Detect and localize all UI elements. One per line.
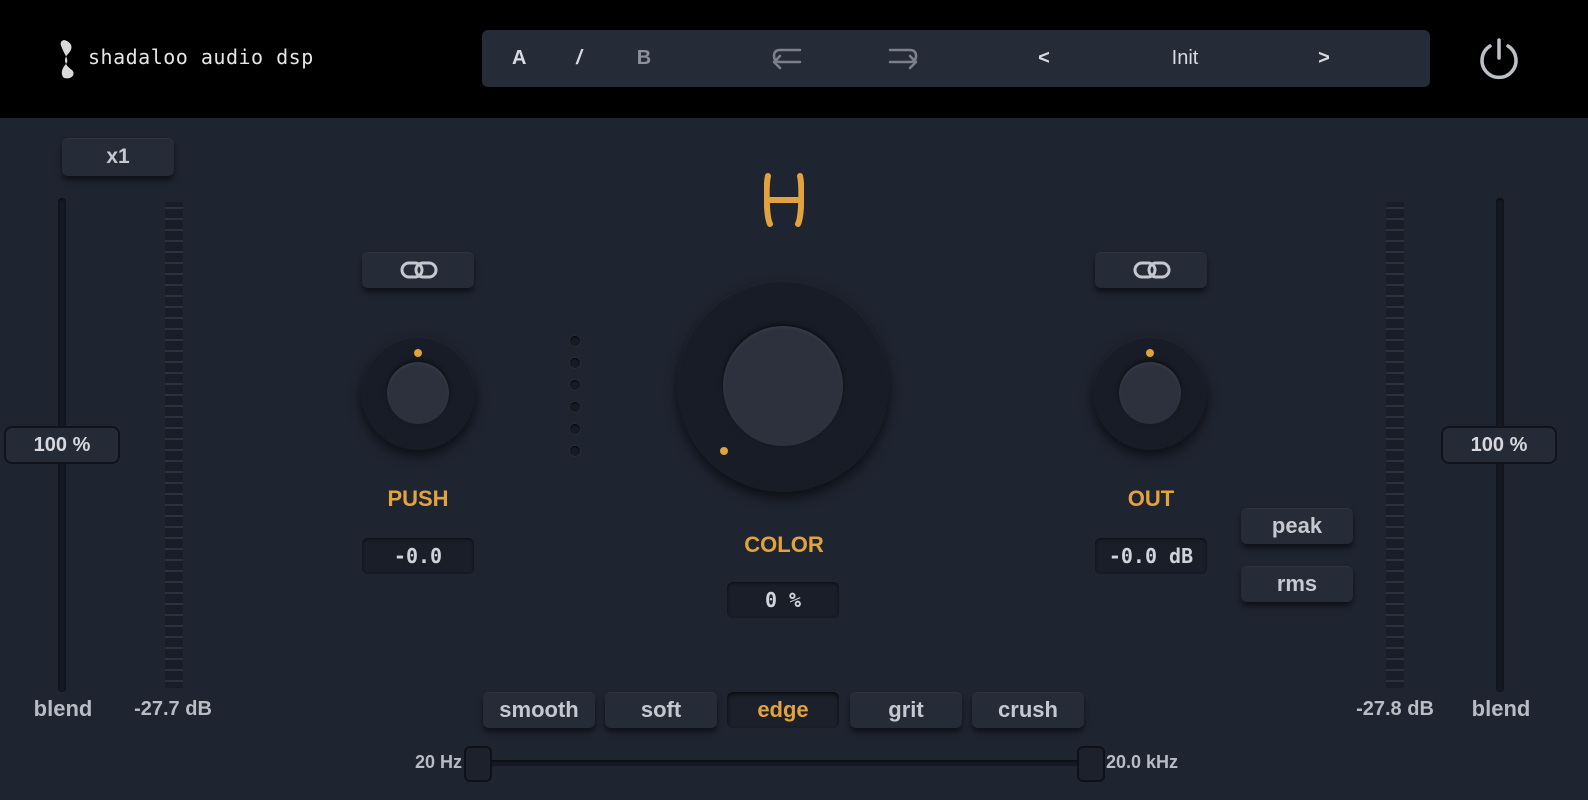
filter-low-label: 20 Hz	[414, 752, 462, 772]
led-indicator	[570, 424, 580, 434]
color-knob-indicator	[720, 447, 728, 455]
brand-name: shadaloo audio dsp	[88, 45, 314, 69]
frequency-range-slider[interactable]	[476, 760, 1090, 766]
high-cut-handle[interactable]	[1077, 746, 1105, 782]
preset-separator: /	[576, 47, 582, 69]
link-icon	[1133, 261, 1171, 279]
led-indicator	[570, 446, 580, 456]
right-blend-label: blend	[1471, 696, 1531, 721]
out-link-button[interactable]	[1095, 252, 1207, 288]
push-knob-indicator	[414, 349, 422, 357]
left-blend-label: blend	[33, 696, 93, 721]
filter-high-label: 20.0 kHz	[1106, 752, 1179, 772]
output-meter-value: -27.8 dB	[1356, 698, 1434, 720]
led-indicator	[570, 402, 580, 412]
preset-name[interactable]: Init	[1132, 30, 1238, 87]
color-value[interactable]: 0 %	[727, 582, 839, 618]
link-icon	[400, 261, 438, 279]
color-knob[interactable]	[677, 280, 889, 492]
push-label: PUSH	[387, 486, 449, 511]
logo-icon	[60, 40, 74, 79]
redo-icon[interactable]	[884, 46, 920, 72]
mode-edge-button[interactable]: edge	[727, 692, 839, 728]
preset-bar: A / B < Init >	[482, 30, 1430, 87]
led-indicator	[570, 336, 580, 346]
mode-grit-button[interactable]: grit	[850, 692, 962, 728]
out-knob-cap	[1119, 362, 1181, 424]
left-blend-value[interactable]: 100 %	[4, 426, 120, 464]
low-cut-handle[interactable]	[464, 746, 492, 782]
mode-crush-button[interactable]: crush	[972, 692, 1084, 728]
preset-b-button[interactable]: B	[632, 30, 656, 87]
color-label: COLOR	[744, 532, 824, 557]
preset-a-button[interactable]: A	[512, 30, 526, 87]
mode-smooth-button[interactable]: smooth	[483, 692, 595, 728]
undo-icon[interactable]	[770, 46, 806, 72]
out-label: OUT	[1127, 486, 1175, 511]
led-indicator	[570, 380, 580, 390]
h-logo-icon	[764, 173, 804, 227]
mode-soft-button[interactable]: soft	[605, 692, 717, 728]
right-blend-value[interactable]: 100 %	[1441, 426, 1557, 464]
color-knob-cap	[723, 326, 843, 446]
oversample-button[interactable]: x1	[62, 138, 174, 176]
output-level-meter	[1381, 198, 1409, 692]
peak-button[interactable]: peak	[1241, 508, 1353, 544]
prev-preset-button[interactable]: <	[1032, 30, 1056, 87]
power-icon[interactable]	[1476, 36, 1522, 82]
top-bar: shadaloo audio dsp A / B < Init >	[0, 0, 1588, 118]
push-knob[interactable]	[361, 336, 475, 450]
out-value[interactable]: -0.0 dB	[1095, 538, 1207, 574]
led-indicator	[570, 358, 580, 368]
out-knob[interactable]	[1093, 336, 1207, 450]
push-link-button[interactable]	[362, 252, 474, 288]
out-knob-indicator	[1146, 349, 1154, 357]
push-knob-cap	[387, 362, 449, 424]
input-level-meter	[160, 198, 188, 692]
push-value[interactable]: -0.0	[362, 538, 474, 574]
rms-button[interactable]: rms	[1241, 566, 1353, 602]
next-preset-button[interactable]: >	[1312, 30, 1336, 87]
input-meter-value: -27.7 dB	[134, 698, 212, 720]
